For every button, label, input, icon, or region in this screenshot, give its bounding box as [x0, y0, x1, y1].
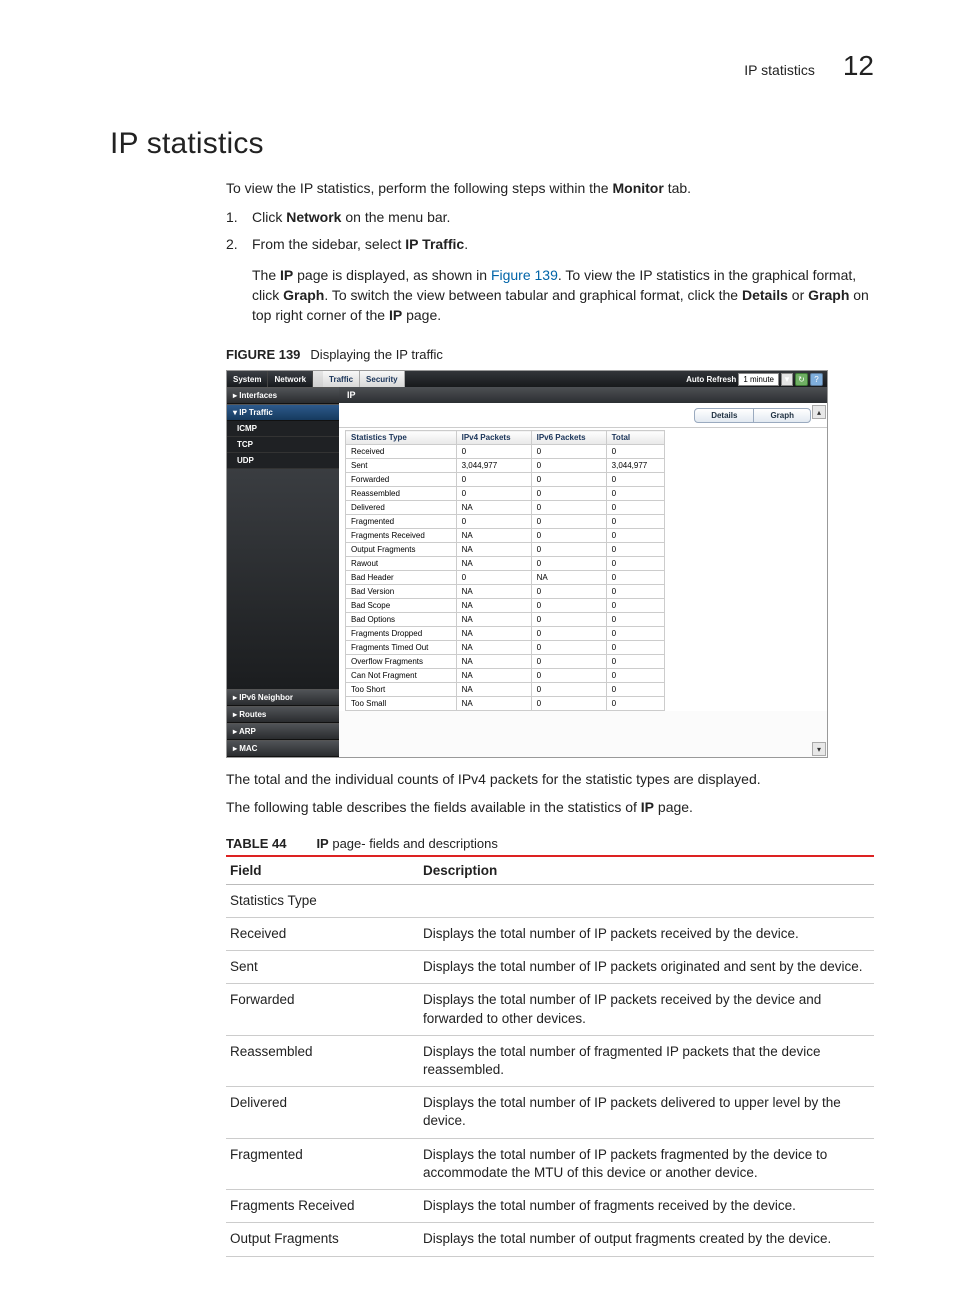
- table44-field: Fragmented: [226, 1138, 419, 1189]
- auto-refresh-label: Auto Refresh: [686, 375, 736, 384]
- page-header: IP statistics 12: [110, 50, 874, 82]
- stats-row: Fragmented000: [346, 515, 665, 529]
- intro-paragraph: To view the IP statistics, perform the f…: [226, 179, 874, 199]
- stats-row: Too SmallNA00: [346, 697, 665, 711]
- chapter-number: 12: [843, 50, 874, 82]
- table44-desc: Displays the total number of IP packets …: [419, 951, 874, 984]
- stats-row: Bad OptionsNA00: [346, 613, 665, 627]
- stats-row: Received000: [346, 445, 665, 459]
- table44-desc: Displays the total number of IP packets …: [419, 1138, 874, 1189]
- main-pane: IP Details Graph ▴ ▾ Statistics TypeIPv4…: [339, 387, 827, 757]
- table44-field: Output Fragments: [226, 1223, 419, 1256]
- stats-row: Bad VersionNA00: [346, 585, 665, 599]
- stats-row: DeliveredNA00: [346, 501, 665, 515]
- table44-field: Forwarded: [226, 984, 419, 1035]
- sidebar-item[interactable]: UDP: [227, 453, 339, 469]
- section-title: IP statistics: [110, 127, 874, 161]
- sidebar-item[interactable]: ▾ IP Traffic: [227, 404, 339, 421]
- stats-col-header: Total: [606, 431, 664, 445]
- table44-desc: Displays the total number of IP packets …: [419, 917, 874, 950]
- table44-field: Sent: [226, 951, 419, 984]
- tab-network[interactable]: Network: [268, 371, 313, 387]
- table44-head-desc: Description: [419, 856, 874, 885]
- app-topbar: System Network Traffic Security Auto Ref…: [227, 371, 827, 387]
- table-row: DeliveredDisplays the total number of IP…: [226, 1087, 874, 1138]
- sidebar-item[interactable]: ▸ MAC: [227, 740, 339, 757]
- table44-desc: Displays the total number of IP packets …: [419, 1087, 874, 1138]
- table-row: ForwardedDisplays the total number of IP…: [226, 984, 874, 1035]
- stats-row: Bad ScopeNA00: [346, 599, 665, 613]
- figure-screenshot: System Network Traffic Security Auto Ref…: [226, 370, 828, 758]
- steps-list: 1.Click Network on the menu bar. 2.From t…: [226, 207, 874, 326]
- table-row: ReceivedDisplays the total number of IP …: [226, 917, 874, 950]
- table44-desc: Displays the total number of fragments r…: [419, 1190, 874, 1223]
- stats-col-header: Statistics Type: [346, 431, 457, 445]
- sidebar-item[interactable]: ▸ Routes: [227, 706, 339, 723]
- page-title: IP: [339, 387, 827, 403]
- stats-row: Sent3,044,97703,044,977: [346, 459, 665, 473]
- post-figure-p1: The total and the individual counts of I…: [226, 770, 874, 790]
- table44-field: Received: [226, 917, 419, 950]
- table44-head-field: Field: [226, 856, 419, 885]
- toggle-details[interactable]: Details: [694, 408, 754, 423]
- tab-security[interactable]: Security: [360, 371, 405, 387]
- post-figure-p2: The following table describes the fields…: [226, 798, 874, 818]
- table-row: Fragments ReceivedDisplays the total num…: [226, 1190, 874, 1223]
- table-row: FragmentedDisplays the total number of I…: [226, 1138, 874, 1189]
- dropdown-caret-icon[interactable]: ▾: [781, 373, 793, 386]
- stats-row: Too ShortNA00: [346, 683, 665, 697]
- step-item: 1.Click Network on the menu bar.: [226, 207, 874, 228]
- table-row: Output FragmentsDisplays the total numbe…: [226, 1223, 874, 1256]
- tab-system[interactable]: System: [227, 371, 268, 387]
- sidebar-item[interactable]: ▸ ARP: [227, 723, 339, 740]
- stats-row: RawoutNA00: [346, 557, 665, 571]
- table44-field: Reassembled: [226, 1035, 419, 1086]
- table44-field: Fragments Received: [226, 1190, 419, 1223]
- reload-icon[interactable]: ↻: [795, 373, 808, 386]
- table44-desc: [419, 884, 874, 917]
- table44-desc: Displays the total number of output frag…: [419, 1223, 874, 1256]
- stats-row: Can Not FragmentNA00: [346, 669, 665, 683]
- stats-row: Fragments Timed OutNA00: [346, 641, 665, 655]
- scroll-up-icon[interactable]: ▴: [812, 405, 826, 419]
- help-icon[interactable]: ?: [810, 373, 823, 386]
- auto-refresh-select[interactable]: 1 minute: [738, 373, 779, 386]
- table-row: SentDisplays the total number of IP pack…: [226, 951, 874, 984]
- sidebar-item[interactable]: ▸ IPv6 Neighbor: [227, 689, 339, 706]
- toggle-graph[interactable]: Graph: [753, 408, 811, 423]
- figure-caption: FIGURE 139Displaying the IP traffic: [226, 347, 874, 362]
- table44-field: Statistics Type: [226, 884, 419, 917]
- stats-row: Forwarded000: [346, 473, 665, 487]
- table44-field: Delivered: [226, 1087, 419, 1138]
- stats-row: Fragments ReceivedNA00: [346, 529, 665, 543]
- scroll-down-icon[interactable]: ▾: [812, 742, 826, 756]
- sidebar: ▸ Interfaces▾ IP TrafficICMPTCPUDP ▸ IPv6…: [227, 387, 339, 757]
- figure-link[interactable]: Figure 139: [491, 267, 558, 283]
- stats-row: Reassembled000: [346, 487, 665, 501]
- sidebar-item[interactable]: ICMP: [227, 421, 339, 437]
- stats-table: Statistics TypeIPv4 PacketsIPv6 PacketsT…: [345, 430, 665, 711]
- table44-desc: Displays the total number of IP packets …: [419, 984, 874, 1035]
- stats-col-header: IPv6 Packets: [531, 431, 606, 445]
- step-item: 2.From the sidebar, select IP Traffic.: [226, 234, 874, 255]
- table-row: Statistics Type: [226, 884, 874, 917]
- stats-row: Bad Header0NA0: [346, 571, 665, 585]
- sidebar-item[interactable]: TCP: [227, 437, 339, 453]
- sidebar-item[interactable]: ▸ Interfaces: [227, 387, 339, 404]
- table44: Field Description Statistics TypeReceive…: [226, 855, 874, 1257]
- header-section: IP statistics: [744, 62, 815, 78]
- stats-row: Output FragmentsNA00: [346, 543, 665, 557]
- table-row: ReassembledDisplays the total number of …: [226, 1035, 874, 1086]
- table44-desc: Displays the total number of fragmented …: [419, 1035, 874, 1086]
- stats-row: Fragments DroppedNA00: [346, 627, 665, 641]
- table44-caption: TABLE 44IP page- fields and descriptions: [226, 836, 874, 851]
- tab-traffic[interactable]: Traffic: [323, 371, 360, 387]
- step-paragraph: The IP page is displayed, as shown in Fi…: [252, 265, 874, 326]
- stats-col-header: IPv4 Packets: [456, 431, 531, 445]
- stats-row: Overflow FragmentsNA00: [346, 655, 665, 669]
